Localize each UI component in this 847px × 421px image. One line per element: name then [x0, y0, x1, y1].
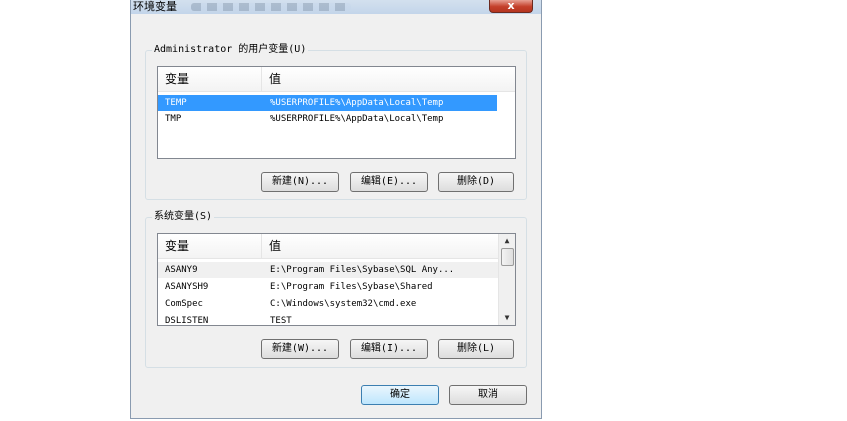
variable-value: C:\Windows\system32\cmd.exe — [270, 299, 417, 309]
system-delete-button[interactable]: 删除(L) — [438, 339, 514, 359]
scroll-thumb[interactable] — [501, 248, 514, 266]
variable-name: DSLISTEN — [165, 316, 209, 326]
system-new-button[interactable]: 新建(W)... — [261, 339, 339, 359]
list-item[interactable]: ASANYSH9 E:\Program Files\Sybase\Shared — [158, 279, 500, 295]
user-edit-button[interactable]: 编辑(E)... — [350, 172, 428, 192]
cancel-button[interactable]: 取消 — [449, 385, 527, 405]
close-button[interactable]: x — [489, 0, 533, 13]
variable-name: ASANYSH9 — [165, 282, 209, 292]
column-header-variable[interactable]: 变量 — [158, 67, 262, 91]
system-variables-list[interactable]: 变量 值 ASANY9 E:\Program Files\Sybase\SQL … — [157, 233, 516, 326]
vertical-scrollbar[interactable]: ▲ ▼ — [498, 234, 515, 325]
user-variables-group: Administrator 的用户变量(U) 变量 值 TEMP %USERPR… — [145, 43, 527, 200]
list-header: 变量 值 — [158, 67, 515, 92]
system-edit-button[interactable]: 编辑(I)... — [350, 339, 428, 359]
ok-button[interactable]: 确定 — [361, 385, 439, 405]
list-item[interactable]: DSLISTEN TEST — [158, 313, 500, 326]
variable-name: ComSpec — [165, 299, 203, 309]
column-header-variable[interactable]: 变量 — [158, 234, 262, 258]
user-variables-label: Administrator 的用户变量(U) — [152, 43, 309, 57]
scroll-down-icon[interactable]: ▼ — [499, 311, 515, 325]
variable-value: %USERPROFILE%\AppData\Local\Temp — [270, 114, 444, 124]
user-delete-button[interactable]: 删除(D) — [438, 172, 514, 192]
scroll-up-icon[interactable]: ▲ — [499, 234, 515, 248]
variable-name: ASANY9 — [165, 265, 198, 275]
user-variables-list[interactable]: 变量 值 TEMP %USERPROFILE%\AppData\Local\Te… — [157, 66, 516, 159]
title-bar[interactable]: 环境变量 x — [131, 0, 541, 14]
list-header: 变量 值 — [158, 234, 500, 259]
list-item[interactable]: ComSpec C:\Windows\system32\cmd.exe — [158, 296, 500, 312]
list-item[interactable]: TEMP %USERPROFILE%\AppData\Local\Temp — [158, 95, 497, 111]
column-header-value[interactable]: 值 — [262, 234, 281, 258]
variable-value: E:\Program Files\Sybase\Shared — [270, 282, 433, 292]
variable-name: TEMP — [165, 98, 187, 108]
variable-name: TMP — [165, 114, 182, 124]
window-title: 环境变量 — [133, 0, 177, 13]
blurred-title-text — [191, 3, 351, 11]
variable-value: TEST — [270, 316, 292, 326]
column-header-value[interactable]: 值 — [262, 67, 281, 91]
list-item[interactable]: ASANY9 E:\Program Files\Sybase\SQL Any..… — [158, 262, 500, 278]
system-variables-group: 系统变量(S) 变量 值 ASANY9 E:\Program Files\Syb… — [145, 210, 527, 368]
list-item[interactable]: TMP %USERPROFILE%\AppData\Local\Temp — [158, 111, 497, 127]
environment-variables-dialog: 环境变量 x Administrator 的用户变量(U) 变量 值 TEMP … — [130, 0, 542, 419]
variable-value: E:\Program Files\Sybase\SQL Any... — [270, 265, 455, 275]
user-new-button[interactable]: 新建(N)... — [261, 172, 339, 192]
system-variables-label: 系统变量(S) — [152, 210, 215, 224]
variable-value: %USERPROFILE%\AppData\Local\Temp — [270, 98, 444, 108]
